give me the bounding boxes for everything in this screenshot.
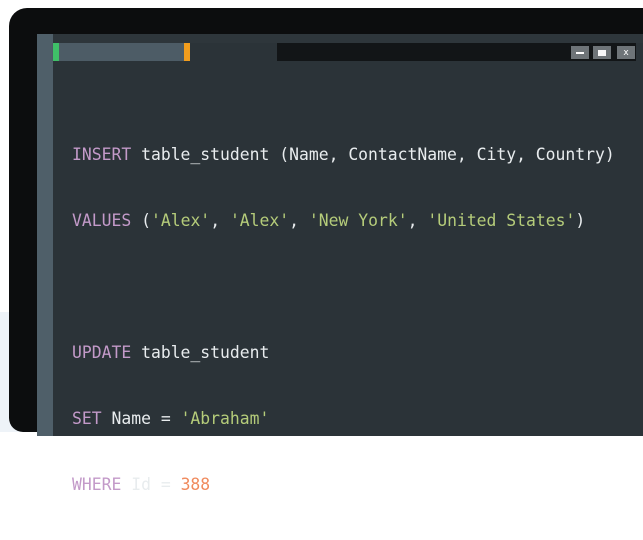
code-text: , xyxy=(289,211,309,230)
code-line-2: VALUES ('Alex', 'Alex', 'New York', 'Uni… xyxy=(72,210,615,232)
code-text: ) xyxy=(575,211,586,230)
code-line-4: SET Name = 'Abraham' xyxy=(72,408,615,430)
maximize-icon xyxy=(598,49,606,56)
string-literal: 'United States' xyxy=(427,211,576,230)
editor-tab[interactable] xyxy=(52,43,190,61)
string-literal: 'Alex' xyxy=(150,211,211,230)
tab-left-accent xyxy=(53,43,59,61)
keyword: VALUES xyxy=(72,211,132,230)
code-text: table_student (Name, ContactName, City, … xyxy=(131,145,615,164)
string-literal: 'New York' xyxy=(308,211,408,230)
tab-right-accent xyxy=(184,43,190,61)
string-literal: 'Alex' xyxy=(229,211,290,230)
editor-window: x INSERT table_student (Name, ContactNam… xyxy=(37,34,643,494)
code-text: , xyxy=(210,211,230,230)
keyword: UPDATE xyxy=(72,343,132,362)
keyword: WHERE xyxy=(72,475,122,494)
keyword: INSERT xyxy=(72,145,132,164)
number-literal: 388 xyxy=(180,475,211,494)
keyword: SET xyxy=(72,409,102,428)
maximize-button[interactable] xyxy=(593,46,611,59)
code-text: ( xyxy=(131,211,151,230)
code-line-5: WHERE Id = 388 xyxy=(72,474,615,496)
code-line-3: UPDATE table_student xyxy=(72,342,615,364)
code-text: , xyxy=(407,211,428,230)
device-frame: x INSERT table_student (Name, ContactNam… xyxy=(9,8,643,494)
close-icon: x xyxy=(623,47,629,58)
line-gutter xyxy=(37,34,53,436)
code-text: Id = xyxy=(121,475,181,494)
string-literal: 'Abraham' xyxy=(180,409,270,428)
minimize-icon xyxy=(576,51,584,54)
code-editor[interactable]: INSERT table_student (Name, ContactName,… xyxy=(72,100,615,540)
minimize-button[interactable] xyxy=(571,46,589,59)
code-text: table_student xyxy=(131,343,270,362)
top-strip xyxy=(53,34,643,43)
code-text: Name = xyxy=(101,409,181,428)
code-line-1: INSERT table_student (Name, ContactName,… xyxy=(72,144,615,166)
close-button[interactable]: x xyxy=(617,46,635,59)
